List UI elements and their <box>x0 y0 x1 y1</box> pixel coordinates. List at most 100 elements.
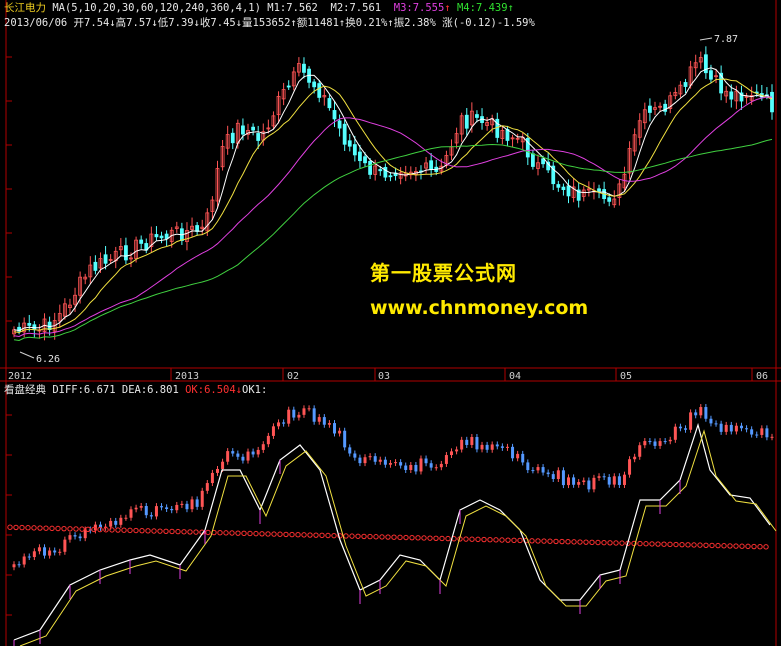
price-candle-body <box>561 186 566 190</box>
indicator-candle-body <box>119 517 123 525</box>
indicator-candle-body <box>556 470 560 479</box>
axis-label-apr: 04 <box>509 371 522 382</box>
indicator-candle-body <box>332 423 336 434</box>
ok-dot <box>409 534 415 541</box>
indicator-candle-body <box>505 446 509 448</box>
ok-dot <box>745 543 751 550</box>
indicator-candle-body <box>353 453 357 458</box>
ok-dot <box>415 535 421 541</box>
axis-label-may: 05 <box>620 371 633 382</box>
ok-dot <box>577 539 583 545</box>
ok-dot <box>601 539 607 546</box>
indicator-candle-body <box>470 437 474 445</box>
axis-label-2012: 2012 <box>8 371 33 382</box>
ok-dot <box>763 544 769 550</box>
price-candle-body <box>139 239 144 244</box>
diff-line <box>13 422 771 641</box>
indicator-candle-body <box>37 547 41 552</box>
price-candle-body <box>556 184 561 188</box>
chart-canvas[interactable]: 7.87 6.26 <box>0 0 781 646</box>
indicator-candle-body <box>745 428 749 430</box>
ok-dot <box>157 528 163 534</box>
price-candle-body <box>337 120 342 129</box>
ok-dot <box>553 538 559 545</box>
ok-dot <box>175 528 181 535</box>
ok-dot <box>661 541 667 547</box>
ok-dot <box>325 532 331 539</box>
indicator-candle-body <box>165 507 169 509</box>
indicator-candle-body <box>307 408 311 410</box>
indicator-candle-body <box>68 535 72 540</box>
indicator-candle-body <box>73 535 77 537</box>
quote-info-line: 2013/06/06 开7.54↓高7.57↓低7.39↓收7.45↓量1536… <box>4 17 535 29</box>
ok-dot <box>541 538 547 544</box>
indicator-candle-body <box>27 556 31 558</box>
indicator-candle-body <box>429 463 433 468</box>
indicator-candle-body <box>388 463 392 465</box>
price-candle-body <box>159 235 164 239</box>
ok-dot <box>673 541 679 548</box>
indicator-candle-body <box>12 564 16 568</box>
ok-dot <box>253 530 259 537</box>
ok-dot <box>247 530 253 537</box>
indicator-candle-body <box>175 504 179 511</box>
ok-dot <box>397 534 403 541</box>
indicator-candle-body <box>144 505 148 516</box>
ok-dot <box>301 532 307 538</box>
ok-dot <box>223 530 229 536</box>
indicator-candle-body <box>200 490 204 507</box>
indicator-candle-body <box>526 462 530 471</box>
ok-dot <box>259 531 265 537</box>
watermark-title: 第一股票公式网 <box>370 261 517 285</box>
stock-name[interactable]: 长江电力 <box>4 2 46 14</box>
indicator-candle-body <box>317 417 321 422</box>
price-candle-body <box>154 234 159 238</box>
indicator-candle-body <box>373 456 377 462</box>
indicator-candle-body <box>628 459 632 475</box>
ok-dot <box>55 525 61 532</box>
indicator-candle-body <box>114 520 118 525</box>
ok-dot <box>349 533 355 539</box>
indicator-candle-body <box>577 482 581 485</box>
indicator-header: 看盘经典 DIFF:6.671↓DEA:6.801↓OK:6.504↓OK1: <box>4 384 268 396</box>
indicator-candle-body <box>531 470 535 472</box>
ok-dot <box>265 531 271 537</box>
quote-amount: 额11481 <box>296 17 339 29</box>
indicator-candle-body <box>424 458 428 464</box>
ok-dot <box>109 527 115 533</box>
price-candle-body <box>566 185 571 197</box>
ok-dot <box>235 530 241 536</box>
indicator-name[interactable]: 看盘经典 <box>4 384 46 396</box>
quote-amplitude: 振2.38% <box>393 17 436 29</box>
indicator-candle-body <box>205 483 209 491</box>
indicator-candle-body <box>312 408 316 422</box>
ok-dot <box>277 531 283 537</box>
ok-dot <box>721 543 727 549</box>
price-candle-body <box>429 160 434 171</box>
stock-chart-window[interactable]: 7.87 6.26 长江电力 MA(5,10,20,30,60,120,240,3… <box>0 0 781 646</box>
ma-m1: M1:7.562 <box>267 2 318 14</box>
price-candle-body <box>378 169 383 172</box>
price-candle-body <box>368 160 373 175</box>
watermark-url: www.chnmoney.com <box>370 297 589 319</box>
indicator-candle-body <box>455 449 459 452</box>
price-candle-body <box>709 70 713 80</box>
ok-dot <box>25 525 31 531</box>
indicator-candle-body <box>383 459 387 465</box>
indicator-candle-body <box>185 503 189 510</box>
indicator-candle-body <box>755 434 759 436</box>
price-candle-body <box>251 126 256 131</box>
indicator-candle-body <box>170 508 174 511</box>
ok-dot <box>475 536 481 543</box>
ok-dot <box>667 541 673 548</box>
price-candle-body <box>256 133 261 141</box>
ok-dot <box>319 532 325 539</box>
indicator-candle-body <box>551 474 555 479</box>
indicator-candle-body <box>109 520 113 527</box>
indicator-candle-body <box>434 467 438 469</box>
ma10-line <box>13 78 773 334</box>
ok-dot <box>547 538 553 544</box>
ok-dot <box>37 525 43 531</box>
ok-dot <box>433 535 439 541</box>
price-candle-body <box>241 125 245 135</box>
